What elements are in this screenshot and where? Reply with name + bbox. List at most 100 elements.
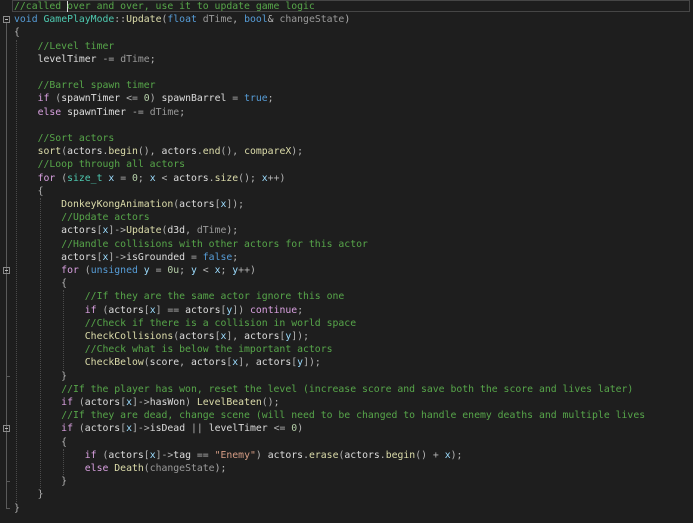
code-line[interactable]: } (14, 488, 44, 501)
code-line[interactable]: { (14, 185, 44, 198)
collapse-icon[interactable] (3, 425, 10, 433)
code-token: if (14, 397, 79, 408)
collapse-icon[interactable] (3, 16, 10, 24)
code-token: ]-> (155, 449, 174, 461)
code-token: } (14, 489, 44, 501)
code-line[interactable]: //Check if there is a collision in world… (14, 317, 356, 330)
indent-guide (16, 39, 17, 502)
code-token: { (14, 27, 20, 39)
code-line[interactable]: void GamePlayMode::Update(float dTime, b… (14, 13, 350, 26)
code-token: levelTimer (14, 53, 103, 65)
code-token: <= (126, 93, 144, 105)
code-token: isGrounded (126, 251, 191, 263)
code-token: spawnBarrel (161, 93, 233, 105)
code-token: else (14, 106, 68, 118)
code-line[interactable]: //Check what is below the important acto… (14, 343, 333, 356)
code-token: <= (273, 423, 292, 435)
code-line[interactable]: actors[x]->Update(d3d, dTime); (14, 224, 238, 237)
code-token: , (185, 225, 197, 237)
code-line[interactable]: if (actors[x] == actors[y]) continue; (14, 304, 303, 317)
code-token: ]) (232, 304, 250, 316)
code-token: hasWon (149, 397, 186, 408)
collapse-icon[interactable] (3, 267, 10, 274)
code-line[interactable]: levelTimer -= dTime; (14, 53, 156, 66)
code-line[interactable]: else Death(changeState); (14, 462, 227, 475)
code-line[interactable]: sort(actors.begin(), actors.end(), compa… (14, 145, 303, 158)
code-token: //Sort actors (37, 133, 115, 144)
code-line[interactable]: //If they are dead, change scene (will n… (14, 409, 645, 422)
code-token: dTime (196, 225, 227, 237)
code-line[interactable]: CheckBelow(score, actors[x], actors[y]); (14, 356, 321, 369)
code-token: Update (126, 14, 162, 26)
code-line[interactable]: //Level timer (14, 40, 115, 53)
code-token: //If they are the same actor ignore this… (84, 291, 345, 303)
code-token: ; (179, 265, 191, 276)
code-token: ); (214, 463, 227, 474)
code-line[interactable]: for (size_t x = 0; x < actors.size(); x+… (14, 172, 286, 185)
code-token: ]); (226, 199, 245, 210)
code-line[interactable]: //Barrel spawn timer (14, 79, 156, 92)
code-token: ] == (155, 304, 186, 316)
code-token: spawnTimer (61, 93, 127, 105)
indent-guide (63, 290, 65, 370)
code-token: } (14, 502, 20, 514)
code-token: ); (291, 146, 304, 158)
code-token: actors (179, 199, 215, 210)
code-token: actors (108, 304, 144, 316)
code-line[interactable]: CheckCollisions(actors[x], actors[y]); (14, 330, 309, 343)
code-line[interactable]: actors[x]->isGrounded = false; (14, 251, 238, 264)
code-token: for (14, 172, 62, 184)
code-token: //Update actors (61, 212, 150, 224)
code-line[interactable]: //If the player has won, reset the level… (14, 383, 633, 396)
code-token: ); (226, 225, 239, 237)
code-token: actors (267, 449, 304, 461)
code-token: if (14, 449, 103, 461)
code-line[interactable]: DonkeyKongAnimation(actors[x]); (14, 198, 244, 211)
code-token: true (244, 93, 268, 105)
code-token: actors (179, 331, 215, 342)
code-line[interactable]: //Update actors (14, 211, 150, 224)
code-token: //Loop through all actors (37, 159, 186, 171)
code-line[interactable]: //Loop through all actors (14, 158, 185, 171)
code-token: erase (308, 449, 339, 461)
code-token: actors (255, 357, 292, 369)
outline-end (6, 375, 10, 377)
code-line[interactable]: //Sort actors (14, 132, 115, 145)
code-token: actors (161, 146, 197, 158)
code-token: & (267, 14, 280, 26)
code-token: ; (179, 106, 186, 118)
code-token: if (14, 423, 79, 435)
code-line[interactable]: if (actors[x]->isDead || levelTimer <= 0… (14, 422, 303, 435)
code-token: ], (238, 357, 256, 369)
code-line[interactable]: for (unsigned y = 0u; y < x; y++) (14, 264, 256, 277)
code-line[interactable]: if (spawnTimer <= 0) spawnBarrel = true; (14, 92, 274, 105)
code-token: actors (14, 225, 97, 237)
code-token: float (167, 14, 203, 26)
code-token: = (155, 265, 168, 276)
code-token: tag (173, 449, 197, 461)
code-token: ; (137, 172, 150, 184)
code-token: (), (220, 146, 245, 158)
code-token: //Barrel spawn timer (37, 80, 156, 92)
code-line[interactable]: else spawnTimer -= dTime; (14, 106, 186, 119)
code-line[interactable]: //Handle collisions with other actors fo… (14, 238, 368, 251)
code-token: sort (14, 146, 62, 158)
code-line[interactable]: if (actors[x]->hasWon) LevelBeaten(); (14, 396, 279, 409)
code-token: continue (250, 304, 298, 316)
code-token: begin (385, 449, 416, 461)
outline-end (6, 507, 10, 509)
code-editor[interactable]: //called over and over, use it to update… (0, 0, 693, 523)
code-line[interactable]: } (14, 502, 20, 515)
code-line[interactable]: { (14, 26, 20, 39)
code-line[interactable]: //called over and over, use it to update… (14, 0, 315, 13)
code-token: void (14, 14, 44, 26)
code-token: for (14, 265, 85, 276)
code-line[interactable]: if (actors[x]->tag == "Enemy") actors.er… (14, 449, 463, 462)
code-token: LevelBeaten (196, 397, 262, 408)
code-token: { (14, 185, 44, 197)
